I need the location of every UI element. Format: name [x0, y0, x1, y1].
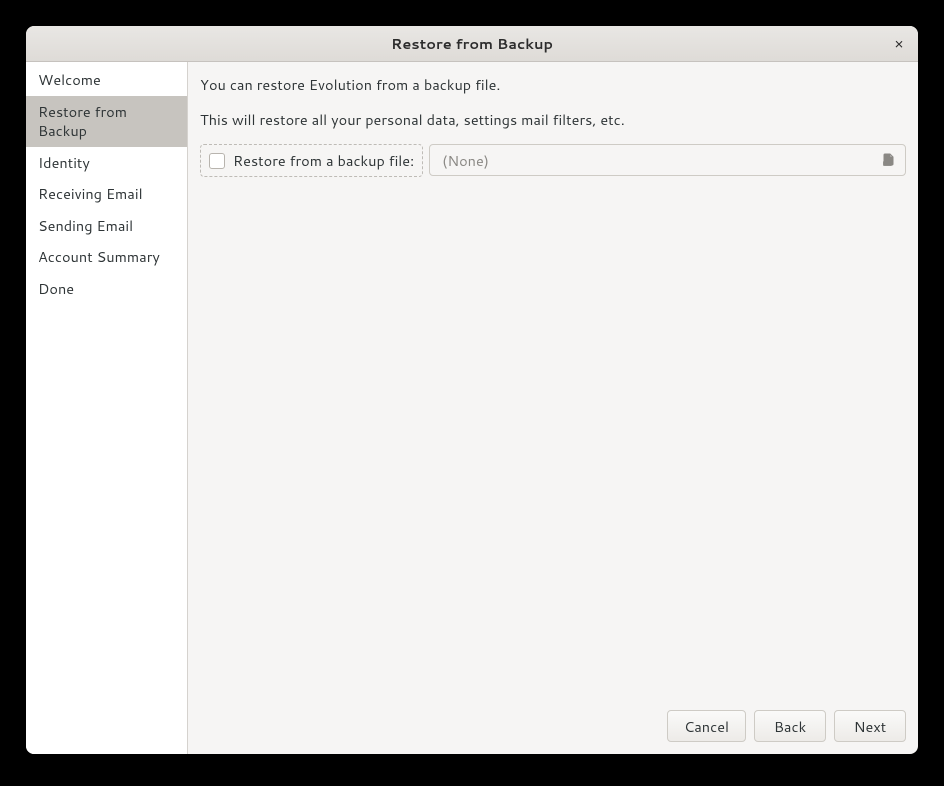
sidebar-item-restore-from-backup[interactable]: Restore from Backup — [26, 96, 187, 147]
restore-checkbox[interactable] — [209, 153, 225, 169]
button-label: Cancel — [684, 716, 729, 737]
sidebar-item-label: Welcome — [38, 69, 101, 90]
dialog-body: Welcome Restore from Backup Identity Rec… — [26, 62, 918, 754]
sidebar-item-account-summary[interactable]: Account Summary — [26, 241, 187, 273]
description-line-2: This will restore all your personal data… — [200, 109, 906, 130]
sidebar-item-label: Account Summary — [38, 246, 160, 267]
close-button[interactable]: × — [886, 31, 912, 57]
sidebar-item-label: Identity — [38, 152, 90, 173]
backup-file-placeholder: (None) — [442, 150, 881, 171]
window-title: Restore from Backup — [391, 33, 553, 54]
back-button[interactable]: Back — [754, 710, 826, 742]
restore-row: Restore from a backup file: (None) — [200, 144, 906, 177]
main-panel: You can restore Evolution from a backup … — [188, 62, 918, 754]
sidebar-item-done[interactable]: Done — [26, 273, 187, 305]
dialog-window: Restore from Backup × Welcome Restore fr… — [26, 26, 918, 754]
restore-checkbox-wrap[interactable]: Restore from a backup file: — [200, 144, 423, 177]
button-label: Next — [854, 716, 886, 737]
sidebar-item-sending-email[interactable]: Sending Email — [26, 210, 187, 242]
cancel-button[interactable]: Cancel — [667, 710, 746, 742]
description-line-1: You can restore Evolution from a backup … — [200, 74, 906, 95]
sidebar-item-receiving-email[interactable]: Receiving Email — [26, 178, 187, 210]
next-button[interactable]: Next — [834, 710, 906, 742]
sidebar-item-label: Sending Email — [38, 215, 133, 236]
button-label: Back — [774, 716, 806, 737]
button-row: Cancel Back Next — [200, 702, 906, 742]
title-bar: Restore from Backup × — [26, 26, 918, 62]
sidebar-item-welcome[interactable]: Welcome — [26, 64, 187, 96]
sidebar-item-label: Receiving Email — [38, 183, 143, 204]
content-area: You can restore Evolution from a backup … — [200, 74, 906, 702]
document-open-icon — [881, 152, 897, 168]
sidebar-item-label: Done — [38, 278, 74, 299]
sidebar-item-identity[interactable]: Identity — [26, 147, 187, 179]
sidebar-item-label: Restore from Backup — [38, 101, 127, 142]
close-icon: × — [894, 33, 904, 54]
restore-checkbox-label: Restore from a backup file: — [233, 150, 414, 171]
backup-file-chooser[interactable]: (None) — [429, 144, 906, 176]
sidebar: Welcome Restore from Backup Identity Rec… — [26, 62, 188, 754]
